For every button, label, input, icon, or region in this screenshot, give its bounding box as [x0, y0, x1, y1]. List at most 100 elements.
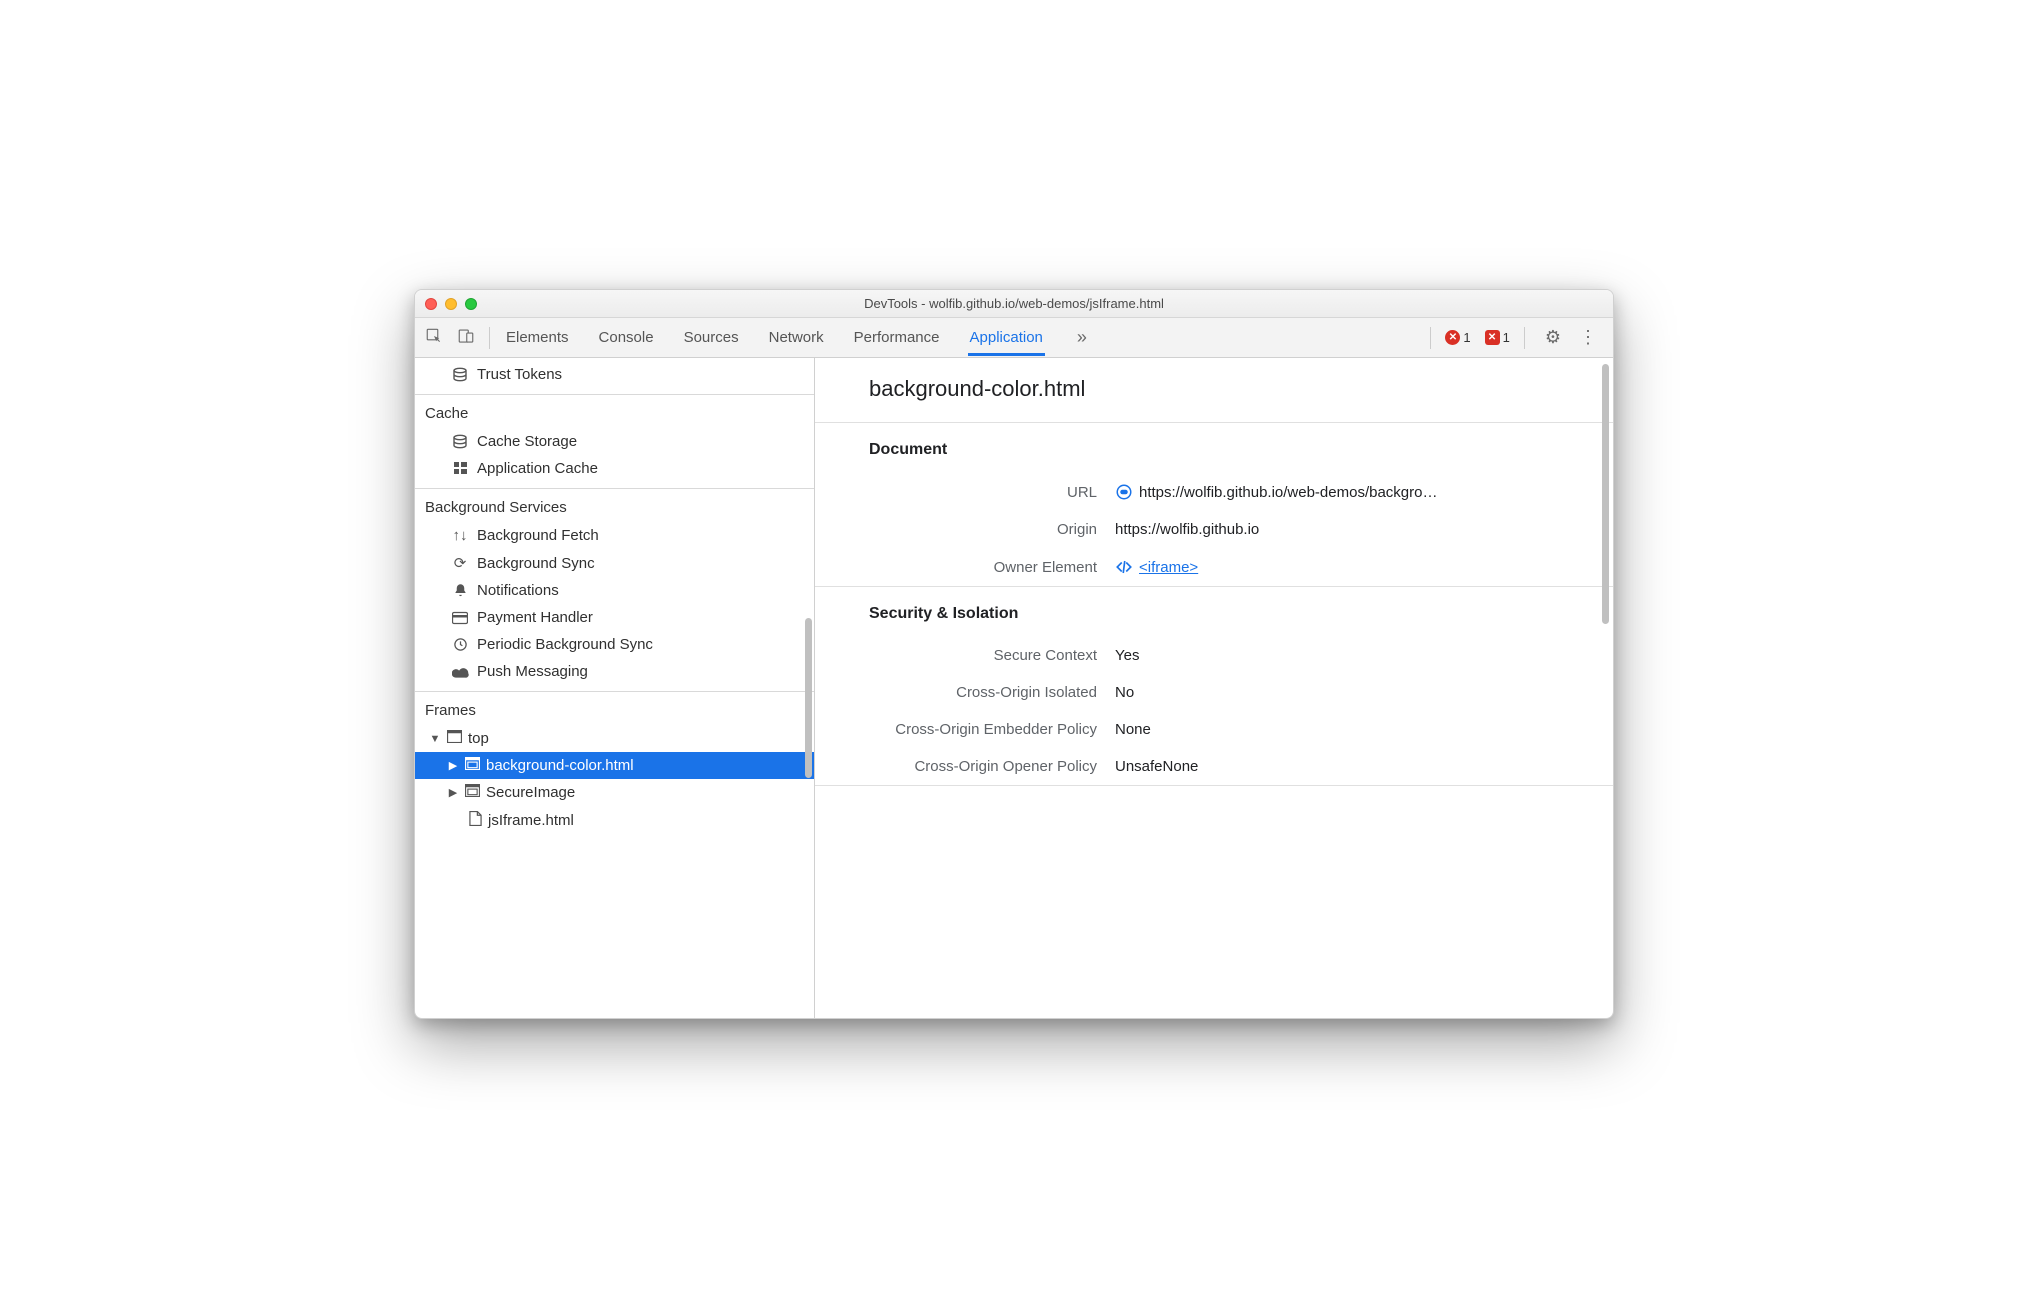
sidebar-item-background-fetch[interactable]: ↑↓ Background Fetch — [415, 522, 814, 549]
section-document-title: Document — [815, 423, 1613, 473]
sidebar-item-label: Trust Tokens — [477, 366, 562, 383]
body: Trust Tokens Cache Cache Storage Applica… — [415, 358, 1613, 1018]
fetch-arrows-icon: ↑↓ — [451, 527, 469, 544]
element-icon — [1115, 558, 1133, 576]
row-url: URL https://wolfib.github.io/web-demos/b… — [815, 473, 1613, 511]
row-secure-context: Secure Context Yes — [815, 637, 1613, 674]
sidebar-item-trust-tokens[interactable]: Trust Tokens — [415, 358, 814, 388]
sidebar-item-background-sync[interactable]: ⟳ Background Sync — [415, 549, 814, 577]
cloud-icon — [451, 666, 469, 678]
issue-badge[interactable]: ✕ 1 — [1485, 330, 1510, 345]
sidebar-item-label: Cache Storage — [477, 433, 577, 450]
frame-top[interactable]: ▼ top — [415, 725, 814, 752]
main-panel: background-color.html Document URL https… — [815, 358, 1613, 1018]
row-cross-origin-isolated: Cross-Origin Isolated No — [815, 674, 1613, 711]
value-secure-context: Yes — [1115, 647, 1139, 664]
sidebar: Trust Tokens Cache Cache Storage Applica… — [415, 358, 815, 1018]
sidebar-item-label: Application Cache — [477, 460, 598, 477]
error-count: 1 — [1463, 330, 1470, 345]
frame-label: SecureImage — [486, 784, 575, 801]
iframe-icon — [465, 784, 480, 801]
row-origin: Origin https://wolfib.github.io — [815, 511, 1613, 548]
minimize-window-button[interactable] — [445, 298, 457, 310]
row-coop: Cross-Origin Opener Policy UnsafeNone — [815, 748, 1613, 785]
sidebar-heading-bg-services: Background Services — [415, 489, 814, 522]
divider — [489, 327, 490, 349]
label-coop: Cross-Origin Opener Policy — [869, 758, 1115, 775]
grid-icon — [451, 461, 469, 476]
disclosure-right-icon[interactable]: ▶ — [447, 786, 459, 799]
titlebar: DevTools - wolfib.github.io/web-demos/js… — [415, 290, 1613, 318]
toolbar: Elements Console Sources Network Perform… — [415, 318, 1613, 358]
frame-label: top — [468, 730, 489, 747]
sidebar-heading-cache: Cache — [415, 395, 814, 428]
document-icon — [469, 811, 482, 830]
sidebar-item-label: Notifications — [477, 582, 559, 599]
value-origin: https://wolfib.github.io — [1115, 521, 1259, 538]
tab-sources[interactable]: Sources — [682, 319, 741, 356]
frame-background-color[interactable]: ▶ background-color.html — [415, 752, 814, 779]
tab-performance[interactable]: Performance — [852, 319, 942, 356]
credit-card-icon — [451, 611, 469, 625]
row-coep: Cross-Origin Embedder Policy None — [815, 711, 1613, 748]
value-url: https://wolfib.github.io/web-demos/backg… — [1139, 484, 1437, 501]
sidebar-scrollbar[interactable] — [805, 618, 812, 778]
error-circle-icon: ✕ — [1445, 330, 1460, 345]
close-window-button[interactable] — [425, 298, 437, 310]
issue-count: 1 — [1503, 330, 1510, 345]
sidebar-item-notifications[interactable]: Notifications — [415, 577, 814, 604]
settings-gear-icon[interactable]: ⚙ — [1539, 327, 1567, 348]
sync-icon: ⟳ — [451, 554, 469, 572]
reveal-icon[interactable] — [1115, 483, 1133, 501]
row-owner-element: Owner Element <iframe> — [815, 548, 1613, 586]
bell-icon — [451, 583, 469, 598]
devtools-window: DevTools - wolfib.github.io/web-demos/js… — [414, 289, 1614, 1019]
database-icon — [451, 434, 469, 450]
window-title: DevTools - wolfib.github.io/web-demos/js… — [415, 296, 1613, 311]
error-badge[interactable]: ✕ 1 — [1445, 330, 1470, 345]
inspect-element-icon[interactable] — [425, 327, 443, 349]
value-coep: None — [1115, 721, 1151, 738]
iframe-icon — [465, 757, 480, 774]
error-square-icon: ✕ — [1485, 330, 1500, 345]
sidebar-item-label: Background Fetch — [477, 527, 599, 544]
sidebar-item-label: Background Sync — [477, 555, 595, 572]
label-url: URL — [869, 484, 1115, 501]
label-secure-context: Secure Context — [869, 647, 1115, 664]
label-origin: Origin — [869, 521, 1115, 538]
window-icon — [447, 730, 462, 747]
sidebar-item-periodic-sync[interactable]: Periodic Background Sync — [415, 631, 814, 658]
more-menu-icon[interactable]: ⋮ — [1573, 327, 1603, 348]
frame-secure-image[interactable]: ▶ SecureImage — [415, 779, 814, 806]
sidebar-item-label: Payment Handler — [477, 609, 593, 626]
tab-application[interactable]: Application — [968, 319, 1045, 356]
sidebar-heading-frames: Frames — [415, 692, 814, 725]
label-coep: Cross-Origin Embedder Policy — [869, 721, 1115, 738]
disclosure-down-icon[interactable]: ▼ — [429, 733, 441, 745]
main-scrollbar[interactable] — [1602, 364, 1609, 624]
traffic-lights — [415, 298, 477, 310]
value-coi: No — [1115, 684, 1134, 701]
device-toolbar-icon[interactable] — [457, 327, 475, 349]
tab-console[interactable]: Console — [597, 319, 656, 356]
zoom-window-button[interactable] — [465, 298, 477, 310]
more-tabs-icon[interactable]: » — [1071, 327, 1093, 348]
sidebar-item-application-cache[interactable]: Application Cache — [415, 455, 814, 482]
divider — [1430, 327, 1431, 349]
frame-label: background-color.html — [486, 757, 634, 774]
database-icon — [451, 367, 469, 383]
sidebar-item-payment-handler[interactable]: Payment Handler — [415, 604, 814, 631]
frame-label: jsIframe.html — [488, 812, 574, 829]
owner-link[interactable]: <iframe> — [1139, 559, 1198, 576]
clock-icon — [451, 637, 469, 652]
section-security-title: Security & Isolation — [815, 587, 1613, 637]
tab-elements[interactable]: Elements — [504, 319, 571, 356]
sidebar-item-push-messaging[interactable]: Push Messaging — [415, 658, 814, 685]
label-coi: Cross-Origin Isolated — [869, 684, 1115, 701]
sidebar-item-cache-storage[interactable]: Cache Storage — [415, 428, 814, 455]
sidebar-item-label: Periodic Background Sync — [477, 636, 653, 653]
tab-network[interactable]: Network — [767, 319, 826, 356]
frame-jsiframe[interactable]: jsIframe.html — [415, 806, 814, 835]
disclosure-right-icon[interactable]: ▶ — [447, 759, 459, 772]
panel-tabs: Elements Console Sources Network Perform… — [504, 319, 1093, 356]
